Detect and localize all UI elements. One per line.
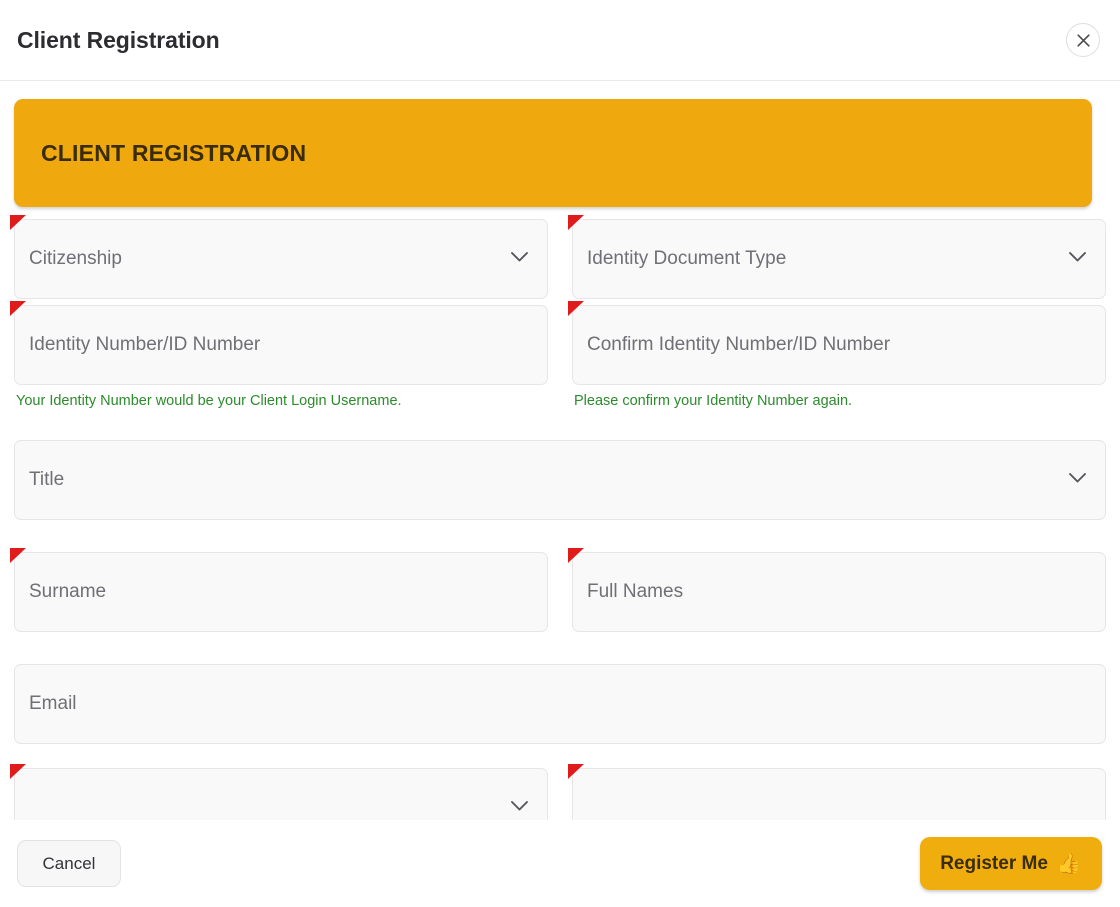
field-col: Full Names: [572, 552, 1106, 632]
field-col: Citizenship: [14, 219, 548, 299]
field-wrap: Identity Document Type: [572, 219, 1106, 299]
modal-body: CLIENT REGISTRATION Citizenship: [0, 81, 1120, 907]
section-banner-title: CLIENT REGISTRATION: [41, 140, 306, 167]
field-wrap: Surname: [14, 552, 548, 632]
field-col: Identity Number/ID Number Your Identity …: [14, 305, 548, 410]
surname-input[interactable]: Surname: [14, 552, 548, 632]
register-me-label: Register Me: [940, 853, 1048, 875]
field-wrap: Full Names: [572, 552, 1106, 632]
field-col: Confirm Identity Number/ID Number Please…: [572, 305, 1106, 410]
thumbs-up-icon: 👍: [1057, 854, 1082, 874]
chevron-down-icon: [1068, 250, 1087, 268]
section-banner: CLIENT REGISTRATION: [14, 99, 1092, 207]
chevron-down-icon: [1068, 471, 1087, 489]
cancel-button[interactable]: Cancel: [17, 840, 121, 887]
title-select[interactable]: Title: [14, 440, 1106, 520]
surname-placeholder: Surname: [29, 581, 529, 603]
field-col: Email: [14, 664, 1106, 744]
form-row-identity-number: Identity Number/ID Number Your Identity …: [14, 305, 1106, 410]
confirm-identity-number-input[interactable]: Confirm Identity Number/ID Number: [572, 305, 1106, 385]
field-wrap: Identity Number/ID Number: [14, 305, 548, 385]
email-placeholder: Email: [29, 693, 1087, 715]
close-button[interactable]: [1066, 23, 1100, 57]
citizenship-select[interactable]: Citizenship: [14, 219, 548, 299]
identity-document-type-select[interactable]: Identity Document Type: [572, 219, 1106, 299]
identity-number-input[interactable]: Identity Number/ID Number: [14, 305, 548, 385]
row-spacer: [14, 526, 1106, 552]
register-me-button[interactable]: Register Me 👍: [920, 837, 1102, 890]
page-title: Client Registration: [17, 27, 220, 54]
identity-number-helper-text: Your Identity Number would be your Clien…: [14, 385, 548, 410]
field-col: Title: [14, 440, 1106, 520]
form-row-title: Title: [14, 440, 1106, 520]
field-wrap: Confirm Identity Number/ID Number: [572, 305, 1106, 385]
full-names-placeholder: Full Names: [587, 581, 1087, 603]
modal-footer: Cancel Register Me 👍: [0, 820, 1120, 907]
row-spacer: [14, 638, 1106, 664]
field-col: Surname: [14, 552, 548, 632]
close-icon: [1076, 33, 1091, 48]
full-names-input[interactable]: Full Names: [572, 552, 1106, 632]
title-label: Title: [29, 469, 1060, 491]
citizenship-label: Citizenship: [29, 248, 502, 270]
form-row-email: Email: [14, 664, 1106, 744]
chevron-down-icon: [510, 799, 529, 817]
confirm-identity-number-placeholder: Confirm Identity Number/ID Number: [587, 334, 1087, 356]
field-col: Identity Document Type: [572, 219, 1106, 299]
form-row-names: Surname Full Names: [14, 552, 1106, 632]
chevron-down-icon: [510, 250, 529, 268]
confirm-identity-number-helper-text: Please confirm your Identity Number agai…: [572, 385, 1106, 410]
field-wrap: Email: [14, 664, 1106, 744]
field-wrap: Citizenship: [14, 219, 548, 299]
form-row-citizenship: Citizenship: [14, 219, 1106, 299]
modal-header: Client Registration: [0, 0, 1120, 81]
identity-document-type-label: Identity Document Type: [587, 248, 1060, 270]
field-wrap: Title: [14, 440, 1106, 520]
email-input[interactable]: Email: [14, 664, 1106, 744]
row-spacer: [14, 416, 1106, 440]
client-registration-modal: Client Registration CLIENT REGISTRATION: [0, 0, 1120, 907]
identity-number-placeholder: Identity Number/ID Number: [29, 334, 529, 356]
